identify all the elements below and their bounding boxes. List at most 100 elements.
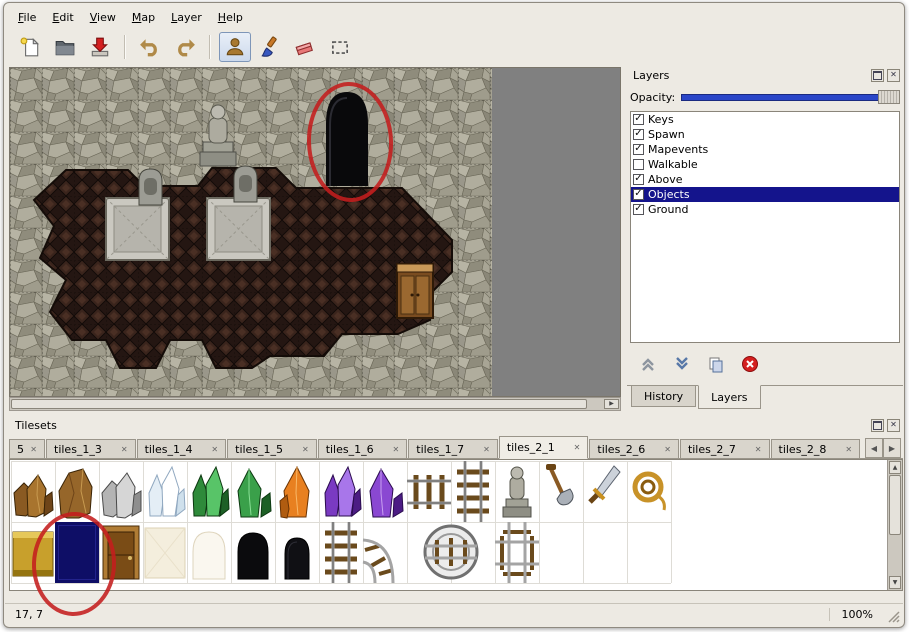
tile-turntable[interactable] bbox=[425, 526, 477, 578]
tab-label: tiles_1_6 bbox=[326, 443, 374, 456]
layer-row-above[interactable]: ✓ Above bbox=[631, 172, 899, 187]
layer-list: ✓ Keys ✓ Spawn ✓ Mapevents Walkable ✓ Ab… bbox=[630, 111, 900, 343]
eraser-tool-button[interactable] bbox=[289, 32, 321, 62]
tileset-canvas[interactable] bbox=[11, 461, 869, 585]
tileset-tab-1[interactable]: tiles_1_3✕ bbox=[46, 439, 136, 458]
lower-layer-button[interactable] bbox=[671, 353, 693, 375]
redo-button[interactable] bbox=[169, 32, 201, 62]
menu-help[interactable]: Help bbox=[210, 8, 251, 27]
tab-close-icon[interactable]: ✕ bbox=[121, 445, 128, 454]
tile-track-horizontal[interactable] bbox=[407, 475, 451, 509]
tileset-tab-6[interactable]: tiles_2_1✕ bbox=[499, 436, 589, 459]
tileset-tab-5[interactable]: tiles_1_7✕ bbox=[408, 439, 498, 458]
tileset-tab-2[interactable]: tiles_1_4✕ bbox=[137, 439, 227, 458]
dark-doorway bbox=[326, 92, 368, 186]
zoom-level: 100% bbox=[829, 608, 873, 621]
open-file-button[interactable] bbox=[49, 32, 81, 62]
tab-close-icon[interactable]: ✕ bbox=[845, 445, 852, 454]
layer-buttons bbox=[637, 351, 761, 377]
tileset-vscrollbar[interactable]: ▲ ▼ bbox=[887, 460, 902, 590]
tab-history[interactable]: History bbox=[631, 386, 696, 407]
statusbar: 17, 7 100% bbox=[5, 603, 903, 625]
delete-layer-button[interactable] bbox=[739, 353, 761, 375]
tileset-tab-4[interactable]: tiles_1_6 ✕ bbox=[318, 439, 408, 458]
tab-label: tiles_2_8 bbox=[779, 443, 827, 456]
raise-layer-button[interactable] bbox=[637, 353, 659, 375]
tabs-scroll-right-button[interactable]: ▶ bbox=[883, 438, 901, 458]
resize-grip[interactable] bbox=[886, 609, 900, 623]
tileset-tab-8[interactable]: tiles_2_7 ✕ bbox=[680, 439, 770, 458]
layer-row-ground[interactable]: ✓ Ground bbox=[631, 202, 899, 217]
tileset-vscroll-up-button[interactable]: ▲ bbox=[889, 461, 901, 474]
menu-edit[interactable]: Edit bbox=[44, 8, 81, 27]
tab-close-icon[interactable]: ✕ bbox=[483, 445, 490, 454]
close-panel-icon[interactable]: ✕ bbox=[887, 69, 900, 82]
tile-wooden-door[interactable] bbox=[103, 526, 139, 579]
tile-gold-block[interactable] bbox=[13, 532, 53, 576]
tab-label: tiles_2_7 bbox=[688, 443, 736, 456]
tab-close-icon[interactable]: ✕ bbox=[302, 445, 309, 454]
selection-marquee-icon bbox=[329, 36, 351, 58]
opacity-slider-handle[interactable] bbox=[878, 90, 900, 104]
float-panel-icon[interactable] bbox=[871, 419, 884, 432]
tileset-vscroll-thumb[interactable] bbox=[889, 475, 901, 535]
map-hscroll-thumb[interactable] bbox=[11, 399, 587, 409]
layers-panel: Layers ✕ Opacity: ✓ Keys ✓ Spawn ✓ bbox=[627, 67, 903, 411]
tileset-tab-9[interactable]: tiles_2_8 ✕ bbox=[771, 439, 861, 458]
menu-file[interactable]: File bbox=[10, 8, 44, 27]
layer-row-objects[interactable]: ✓ Objects bbox=[631, 187, 899, 202]
tab-close-icon[interactable]: ✕ bbox=[755, 445, 762, 454]
tab-close-icon[interactable]: ✕ bbox=[664, 445, 671, 454]
menu-map[interactable]: Map bbox=[124, 8, 163, 27]
map-canvas[interactable] bbox=[9, 67, 621, 397]
close-panel-icon[interactable]: ✕ bbox=[887, 419, 900, 432]
opacity-slider[interactable] bbox=[681, 89, 900, 105]
stamp-tool-button[interactable] bbox=[219, 32, 251, 62]
layer-checkbox[interactable]: ✓ bbox=[633, 114, 644, 125]
tab-close-icon[interactable]: ✕ bbox=[30, 445, 37, 454]
select-tool-button[interactable] bbox=[324, 32, 356, 62]
tab-close-icon[interactable]: ✕ bbox=[393, 445, 400, 454]
tilesets-panel: Tilesets ✕ 5✕ tiles_1_3✕ tiles_1_4✕ tile… bbox=[9, 417, 903, 605]
tileset-tab-3[interactable]: tiles_1_5✕ bbox=[227, 439, 317, 458]
tab-close-icon[interactable]: ✕ bbox=[211, 445, 218, 454]
save-button[interactable] bbox=[84, 32, 116, 62]
delete-layer-icon bbox=[741, 355, 759, 373]
tab-label: tiles_2_6 bbox=[597, 443, 645, 456]
tile-dark-doorway[interactable] bbox=[238, 533, 268, 579]
float-panel-icon[interactable] bbox=[871, 69, 884, 82]
tile-pale-arch[interactable] bbox=[193, 532, 225, 579]
layer-checkbox[interactable]: ✓ bbox=[633, 144, 644, 155]
layer-checkbox[interactable]: ✓ bbox=[633, 129, 644, 140]
duplicate-layer-button[interactable] bbox=[705, 353, 727, 375]
undo-button[interactable] bbox=[134, 32, 166, 62]
layer-row-walkable[interactable]: Walkable bbox=[631, 157, 899, 172]
gravestone bbox=[139, 169, 162, 205]
tileset-tab-0[interactable]: 5✕ bbox=[9, 439, 45, 458]
layer-row-mapevents[interactable]: ✓ Mapevents bbox=[631, 142, 899, 157]
layer-checkbox[interactable] bbox=[633, 159, 644, 170]
tile-navy-selected[interactable] bbox=[55, 522, 99, 583]
layer-checkbox[interactable]: ✓ bbox=[633, 174, 644, 185]
tileset-tab-7[interactable]: tiles_2_6 ✕ bbox=[589, 439, 679, 458]
tabs-scroll-left-button[interactable]: ◀ bbox=[865, 438, 883, 458]
layer-checkbox[interactable]: ✓ bbox=[633, 204, 644, 215]
eraser-icon bbox=[294, 36, 316, 58]
tab-close-icon[interactable]: ✕ bbox=[574, 443, 581, 452]
redo-icon bbox=[174, 36, 196, 58]
menu-layer[interactable]: Layer bbox=[163, 8, 210, 27]
layer-row-spawn[interactable]: ✓ Spawn bbox=[631, 127, 899, 142]
layer-checkbox[interactable]: ✓ bbox=[633, 189, 644, 200]
new-file-button[interactable] bbox=[14, 32, 46, 62]
tile-pale[interactable] bbox=[145, 528, 185, 578]
tile-dark-doorway[interactable] bbox=[285, 538, 309, 579]
menu-view[interactable]: View bbox=[82, 8, 124, 27]
brush-tool-button[interactable] bbox=[254, 32, 286, 62]
layer-row-keys[interactable]: ✓ Keys bbox=[631, 112, 899, 127]
tab-label: 5 bbox=[17, 443, 24, 456]
map-hscroll-right-button[interactable]: ▶ bbox=[604, 399, 619, 409]
undo-icon bbox=[139, 36, 161, 58]
tileset-vscroll-down-button[interactable]: ▼ bbox=[889, 576, 901, 589]
tab-layers[interactable]: Layers bbox=[698, 385, 760, 409]
map-hscrollbar[interactable]: ▶ bbox=[9, 397, 621, 411]
